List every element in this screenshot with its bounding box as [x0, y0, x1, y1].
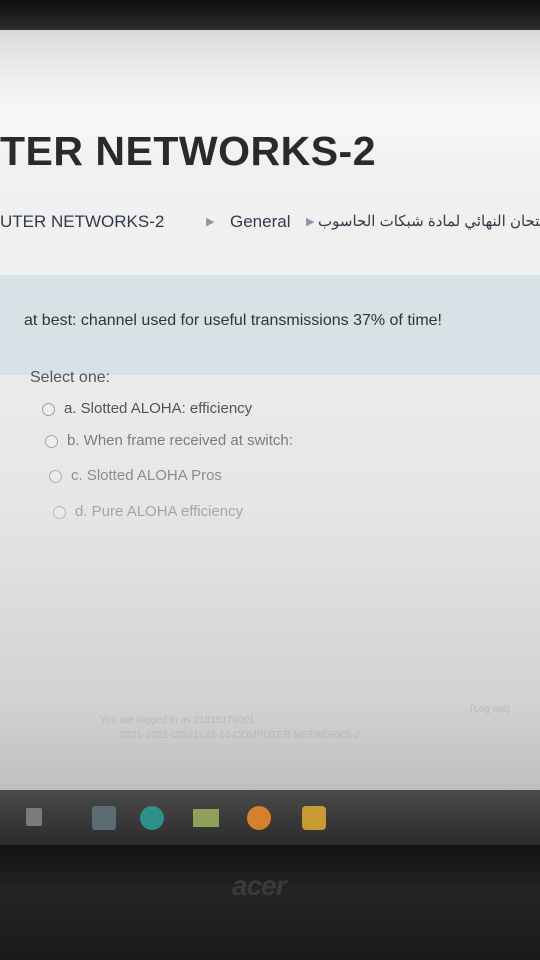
select-one-prompt: Select one: [30, 369, 111, 386]
logout-link[interactable]: (Log out) [470, 704, 510, 715]
page-title: TER NETWORKS-2 [0, 128, 376, 174]
radio-button-icon[interactable] [53, 506, 66, 519]
taskbar [0, 790, 540, 845]
breadcrumb-separator-icon: ▶ [306, 216, 315, 228]
logged-in-info: You are logged in as 21815179091 [100, 715, 255, 726]
breadcrumb-quiz-link[interactable]: متحان النهائي لمادة شبكات الحاسوب [318, 212, 540, 230]
footer-course-link[interactable]: 2021-2022-\20\21\ 22-14-COMPUTER NETWORK… [120, 730, 360, 741]
acer-logo: acer [232, 870, 287, 901]
radio-button-icon[interactable] [42, 403, 55, 416]
page-footer: (Log out) You are logged in as 218151790… [0, 697, 540, 747]
breadcrumb-course-link[interactable]: UTER NETWORKS-2 [0, 212, 164, 232]
monitor-bezel-bottom [0, 845, 540, 960]
windows-start-icon[interactable] [26, 808, 42, 826]
breadcrumb-separator-icon: ▶ [206, 216, 215, 228]
answer-option-label: b. When frame received at switch: [67, 432, 293, 449]
answer-option-label: d. Pure ALOHA efficiency [75, 503, 244, 520]
answer-option-label: c. Slotted ALOHA Pros [71, 467, 222, 484]
file-explorer-icon[interactable] [92, 806, 116, 830]
radio-button-icon[interactable] [45, 435, 58, 448]
chrome-icon[interactable] [247, 806, 271, 830]
answer-option-label: a. Slotted ALOHA: efficiency [64, 400, 253, 417]
store-icon[interactable] [302, 806, 326, 830]
question-text: at best: channel used for useful transmi… [24, 312, 442, 329]
breadcrumb-general-link[interactable]: General [230, 212, 290, 232]
photos-icon[interactable] [193, 809, 219, 827]
radio-button-icon[interactable] [49, 470, 62, 483]
edge-browser-icon[interactable] [140, 806, 164, 830]
breadcrumb: UTER NETWORKS-2 ▶ General ▶ متحان النهائ… [0, 212, 540, 236]
